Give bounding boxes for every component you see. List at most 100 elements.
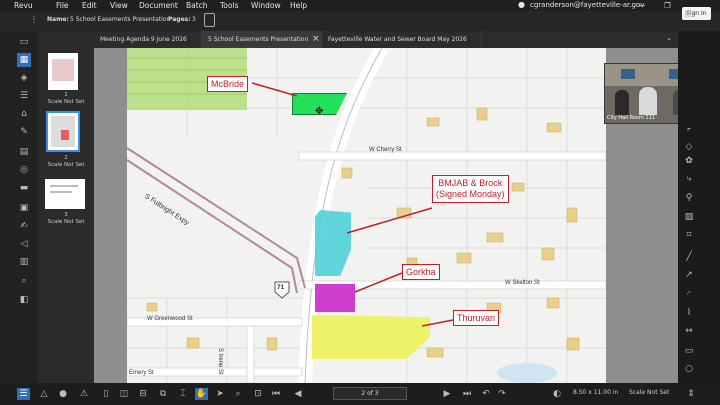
dimension-tool-icon[interactable]: ↔ xyxy=(683,326,695,336)
label-mcbride[interactable]: McBride xyxy=(207,76,249,92)
menu-document[interactable]: Document xyxy=(139,1,178,10)
layers-icon[interactable]: ◈ xyxy=(18,73,30,83)
menu-revu[interactable]: Revu xyxy=(14,1,33,10)
thumbnail-3-caption: Scale Not Set xyxy=(47,219,85,225)
markups-icon[interactable]: ✎ xyxy=(18,127,30,137)
pan-hand-icon[interactable]: ✋ xyxy=(195,388,208,400)
label-gorkha[interactable]: Gorkha xyxy=(402,264,440,280)
video-person xyxy=(639,87,657,115)
triangle-icon[interactable]: △ xyxy=(38,389,50,399)
thumbnail-page-2[interactable] xyxy=(46,111,80,152)
text-select-icon[interactable]: ⌶ xyxy=(177,389,189,399)
properties-icon[interactable]: ⊞ xyxy=(682,10,694,20)
street-skelton: W Skelton St xyxy=(505,280,540,286)
map-page[interactable]: W Cherry St W Skelton St W Greenwood St … xyxy=(127,48,606,383)
thumbnails-panel: 1 Scale Not Set 2 Scale Not Set 3 Scale … xyxy=(38,31,94,383)
menu-batch[interactable]: Batch xyxy=(186,1,208,10)
last-page-icon[interactable]: ⏭ xyxy=(461,389,473,399)
single-page-icon[interactable]: ▯ xyxy=(100,389,112,399)
label-bmjab-line1: BMJAB & Brock xyxy=(438,178,503,188)
zoom-icon[interactable]: ⌕ xyxy=(232,389,244,399)
compare-icon[interactable]: ◧ xyxy=(18,295,30,305)
line-tool-icon[interactable]: ╱ xyxy=(683,252,695,262)
fit-page-icon[interactable]: ⊡ xyxy=(252,389,264,399)
close-tab-icon[interactable]: × xyxy=(312,34,320,44)
warning-icon[interactable]: ⚠ xyxy=(78,389,90,399)
scale-status[interactable]: Scale Not Set xyxy=(629,389,669,396)
menu-file[interactable]: File xyxy=(56,1,69,10)
thumbnail-map-mini xyxy=(51,116,75,147)
tabs-dropdown-icon[interactable]: ⌄ xyxy=(666,34,672,42)
bookmarks-icon[interactable]: ☰ xyxy=(18,91,30,101)
menu-tools[interactable]: Tools xyxy=(220,1,238,10)
menu-edit[interactable]: Edit xyxy=(82,1,97,10)
circle-icon[interactable]: ● xyxy=(57,389,69,399)
contrast-icon[interactable]: ◐ xyxy=(551,389,563,399)
two-page-icon[interactable]: ◫ xyxy=(118,389,130,399)
thumbnail-3-number: 3 xyxy=(64,212,68,218)
menu-window[interactable]: Window xyxy=(251,1,281,10)
video-caption: City Hall Room 111 xyxy=(607,115,655,121)
thumbnail-2-number: 2 xyxy=(64,155,68,161)
page-icon[interactable]: ▭ xyxy=(18,37,30,47)
minimize-icon[interactable]: — xyxy=(638,1,646,10)
search-icon[interactable]: ⌕ xyxy=(18,276,30,286)
list-view-icon[interactable]: ☰ xyxy=(17,388,30,400)
person-tool-icon[interactable]: ⚲ xyxy=(683,193,695,203)
restore-icon[interactable]: ❐ xyxy=(664,1,671,10)
callout-tool-icon[interactable]: ⌜ xyxy=(683,128,695,138)
tag-tool-icon[interactable]: ◇ xyxy=(683,142,695,152)
sidebar-toggle-icon[interactable]: ⋮ xyxy=(30,15,38,24)
highway-number: 71 xyxy=(277,284,285,291)
menu-view[interactable]: View xyxy=(110,1,128,10)
menu-help[interactable]: Help xyxy=(290,1,307,10)
back-icon[interactable]: ↶ xyxy=(480,389,492,399)
stamps-icon[interactable]: ⌂ xyxy=(18,109,30,119)
callout-leaders xyxy=(251,82,454,327)
tools-icon[interactable]: ◎ xyxy=(18,165,30,175)
split-icon[interactable]: ⊟ xyxy=(137,389,149,399)
arrow-tool-icon[interactable]: ↗ xyxy=(683,270,695,280)
next-page-icon[interactable]: ▶ xyxy=(441,389,453,399)
video-person xyxy=(615,90,629,115)
tab-label: 5 School Easements Presentation xyxy=(208,36,309,43)
account-icon[interactable]: ● xyxy=(518,0,525,9)
tab-school-easements[interactable]: 5 School Easements Presentation × xyxy=(202,31,322,48)
forward-icon[interactable]: ↷ xyxy=(496,389,508,399)
polyline-tool-icon[interactable]: ⌇ xyxy=(683,308,695,318)
thumbnails-icon[interactable]: ▦ xyxy=(17,53,31,67)
print-icon[interactable]: ▥ xyxy=(18,257,30,267)
thumbnail-page-3[interactable] xyxy=(45,179,85,209)
measure-icon[interactable]: ▬ xyxy=(18,183,30,193)
first-page-icon[interactable]: ⏮ xyxy=(270,389,282,399)
name-value: 5 School Easements Presentation xyxy=(70,16,171,23)
previous-page-icon[interactable]: ◀ xyxy=(292,389,304,399)
label-bmjab-line2: (Signed Monday) xyxy=(436,189,505,199)
tab-water-sewer-board[interactable]: Fayetteville Water and Sewer Board May 2… xyxy=(322,31,482,48)
document-icon[interactable] xyxy=(204,13,215,27)
label-thuruvan[interactable]: Thuruvan xyxy=(453,310,500,326)
thumbnail-1-number: 1 xyxy=(64,92,68,98)
page-indicator[interactable]: 2 of 3 xyxy=(333,387,407,400)
ellipse-tool-icon[interactable]: ○ xyxy=(683,364,695,374)
thumbnail-1-caption: Scale Not Set xyxy=(47,99,85,105)
highlight-tool-icon[interactable]: ⤷ xyxy=(683,174,695,184)
arc-tool-icon[interactable]: ◜ xyxy=(683,290,695,300)
hand-cursor-icon: ✥ xyxy=(315,106,324,117)
files-icon[interactable]: ▣ xyxy=(18,203,30,213)
cloud-tool-icon[interactable]: ✿ xyxy=(683,156,695,166)
select-arrow-icon[interactable]: ➤ xyxy=(214,389,226,399)
pages-value: 3 xyxy=(192,16,196,23)
tag-icon[interactable]: ◁ xyxy=(18,239,30,249)
signature-icon[interactable]: ✍ xyxy=(18,221,30,231)
tab-meeting-agenda[interactable]: Meeting Agenda 9 June 2026 xyxy=(94,31,202,48)
crop-tool-icon[interactable]: ⌗ xyxy=(683,230,695,240)
snapshot-icon[interactable]: ⧉ xyxy=(157,389,169,399)
image-tool-icon[interactable]: ▧ xyxy=(683,212,695,222)
rectangle-tool-icon[interactable]: ▭ xyxy=(683,346,695,356)
expand-icon[interactable]: ⇕ xyxy=(685,389,697,399)
account-email[interactable]: cgranderson@fayetteville-ar.gov xyxy=(530,1,644,9)
sets-icon[interactable]: ▤ xyxy=(18,147,30,157)
label-bmjab-brock[interactable]: BMJAB & Brock (Signed Monday) xyxy=(432,175,509,203)
thumbnail-page-1[interactable] xyxy=(48,53,78,90)
